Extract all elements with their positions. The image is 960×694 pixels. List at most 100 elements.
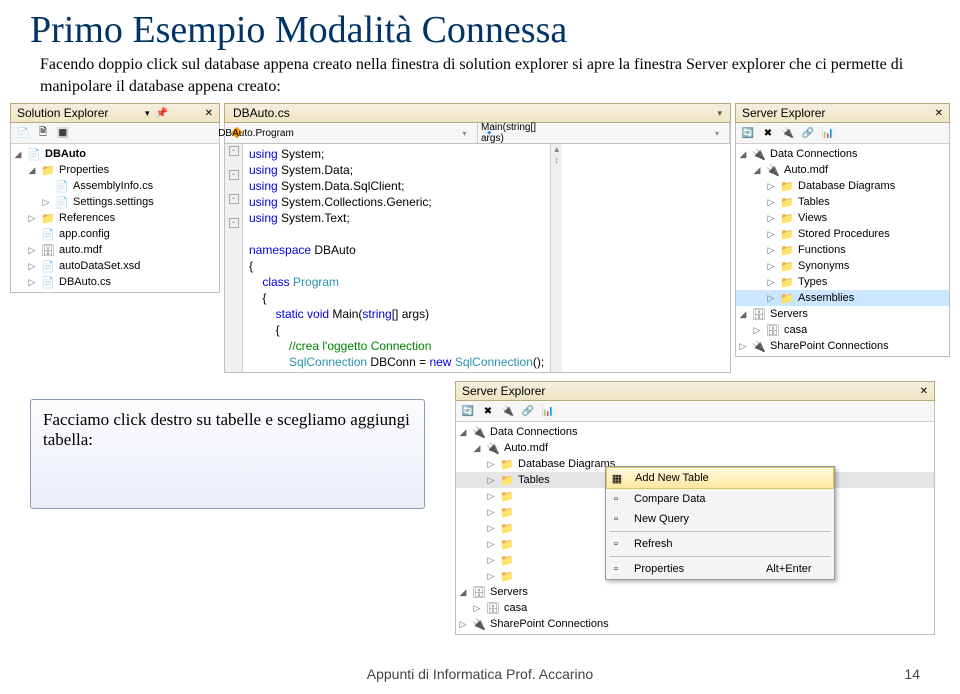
expand-icon[interactable] (472, 603, 482, 614)
tree-item[interactable]: 📁Properties (11, 162, 219, 178)
scrollbar[interactable]: ▴↕ (550, 144, 562, 372)
solution-tree[interactable]: 📄DBAuto📁Properties📄AssemblyInfo.cs📄Setti… (11, 144, 219, 292)
editor-tab[interactable]: DBAuto.cs ▾ (224, 103, 731, 123)
tree-item[interactable]: 📁Stored Procedures (736, 226, 949, 242)
tool-icon[interactable]: 🔗 (800, 125, 816, 141)
tree-item[interactable]: 📁Synonyms (736, 258, 949, 274)
tree-item[interactable]: 📄app.config (11, 226, 219, 242)
expand-icon[interactable] (27, 245, 37, 256)
expand-icon[interactable] (766, 197, 776, 208)
menu-item[interactable]: ▦Add New Table (606, 467, 834, 489)
tree-item[interactable]: 📁Database Diagrams (736, 178, 949, 194)
context-menu[interactable]: ▦Add New Table▫Compare Data▫New Query ▫Re… (605, 466, 835, 580)
tree-item[interactable]: 📁Views (736, 210, 949, 226)
close-icon[interactable]: ✕ (935, 108, 943, 119)
tree-item[interactable]: 📄DBAuto.cs (11, 274, 219, 290)
tree-item[interactable]: 🔌Data Connections (736, 146, 949, 162)
tool-icon[interactable]: 🔌 (500, 403, 516, 419)
expand-icon[interactable] (738, 309, 748, 320)
breadcrumb-method[interactable]: 🔹 Main(string[] args) ▾ (478, 123, 731, 143)
expand-icon[interactable] (27, 261, 37, 272)
tool-icon[interactable]: 📊 (820, 125, 836, 141)
expand-icon[interactable] (486, 475, 496, 486)
tree-item[interactable]: 📄AssemblyInfo.cs (11, 178, 219, 194)
code-text[interactable]: using System; using System.Data; using S… (243, 144, 550, 372)
tree-item[interactable]: 📁References (11, 210, 219, 226)
tool-icon[interactable]: 🔗 (520, 403, 536, 419)
tree-item[interactable]: 📁Assemblies (736, 290, 949, 306)
server-tree[interactable]: 🔌Data Connections🔌Auto.mdf📁Database Diag… (736, 144, 949, 356)
tool-icon[interactable]: 🔄 (460, 403, 476, 419)
close-icon[interactable]: ✕ (920, 386, 928, 397)
dropdown-icon[interactable]: ▾ (145, 108, 150, 119)
expand-icon[interactable] (738, 149, 748, 160)
tree-item[interactable]: 📄DBAuto (11, 146, 219, 162)
tree-item[interactable]: 📄Settings.settings (11, 194, 219, 210)
code-area[interactable]: ---- using System; using System.Data; us… (224, 144, 731, 373)
expand-icon[interactable] (486, 571, 496, 582)
expand-icon[interactable] (766, 181, 776, 192)
pin-icon[interactable]: 📌 (156, 108, 168, 119)
tree-item[interactable]: 📁Functions (736, 242, 949, 258)
tree-item[interactable]: 📁Types (736, 274, 949, 290)
tree-item[interactable]: 🗄Servers (736, 306, 949, 322)
expand-icon[interactable] (766, 293, 776, 304)
tool-icon[interactable]: 🔌 (780, 125, 796, 141)
expand-icon[interactable] (458, 587, 468, 598)
expand-icon[interactable] (738, 341, 748, 352)
dropdown-icon[interactable]: ▾ (709, 125, 725, 141)
fold-icon: 📁 (499, 473, 515, 487)
tool-icon[interactable]: ✖ (480, 403, 496, 419)
tool-icon[interactable]: 📄 (15, 125, 31, 141)
server-explorer2-header[interactable]: Server Explorer ✕ (455, 381, 935, 401)
expand-icon[interactable] (752, 165, 762, 176)
menu-item[interactable]: ▫Refresh (606, 534, 834, 554)
tree-item[interactable]: 🗄casa (456, 600, 934, 616)
tool-icon[interactable]: 🗎 (35, 125, 51, 141)
expand-icon[interactable] (27, 277, 37, 288)
expand-icon[interactable] (486, 539, 496, 550)
expand-icon[interactable] (486, 459, 496, 470)
dropdown-icon[interactable]: ▾ (717, 108, 722, 119)
tree-item[interactable]: 🔌Auto.mdf (456, 440, 934, 456)
tool-icon[interactable]: 🔳 (55, 125, 71, 141)
expand-icon[interactable] (458, 427, 468, 438)
breadcrumb-class[interactable]: 🔶 DBAuto.Program ▾ (225, 123, 478, 143)
expand-icon[interactable] (27, 213, 37, 224)
tree-item[interactable]: 🗄casa (736, 322, 949, 338)
expand-icon[interactable] (766, 261, 776, 272)
tree-item[interactable]: 🔌Data Connections (456, 424, 934, 440)
expand-icon[interactable] (766, 229, 776, 240)
expand-icon[interactable] (752, 325, 762, 336)
tree-item[interactable]: 📄autoDataSet.xsd (11, 258, 219, 274)
menu-item[interactable]: ▫PropertiesAlt+Enter (606, 559, 834, 579)
expand-icon[interactable] (486, 507, 496, 518)
expand-icon[interactable] (766, 245, 776, 256)
menu-item[interactable]: ▫Compare Data (606, 489, 834, 509)
tool-icon[interactable]: ✖ (760, 125, 776, 141)
expand-icon[interactable] (13, 149, 23, 160)
expand-icon[interactable] (486, 523, 496, 534)
expand-icon[interactable] (27, 165, 37, 176)
menu-item[interactable]: ▫New Query (606, 509, 834, 529)
expand-icon[interactable] (472, 443, 482, 454)
expand-icon[interactable] (486, 555, 496, 566)
close-icon[interactable]: ✕ (205, 108, 213, 119)
solution-explorer-header[interactable]: Solution Explorer ▾ 📌 ✕ (10, 103, 220, 123)
expand-icon[interactable] (766, 213, 776, 224)
dropdown-icon[interactable]: ▾ (457, 125, 473, 141)
expand-icon[interactable] (458, 619, 468, 630)
tree-item[interactable]: 🔌SharePoint Connections (736, 338, 949, 354)
tree-item[interactable]: 📁Tables (736, 194, 949, 210)
tree-item[interactable]: 🔌Auto.mdf (736, 162, 949, 178)
tree-item[interactable]: 🗄auto.mdf (11, 242, 219, 258)
tree-item[interactable]: 🗄Servers (456, 584, 934, 600)
server-explorer-header[interactable]: Server Explorer ✕ (735, 103, 950, 123)
expand-icon[interactable] (486, 491, 496, 502)
tree-item[interactable]: 🔌SharePoint Connections (456, 616, 934, 632)
expand-icon[interactable] (41, 197, 51, 208)
tool-icon[interactable]: 📊 (540, 403, 556, 419)
footer-text: Appunti di Informatica Prof. Accarino (367, 666, 593, 682)
expand-icon[interactable] (766, 277, 776, 288)
tool-icon[interactable]: 🔄 (740, 125, 756, 141)
